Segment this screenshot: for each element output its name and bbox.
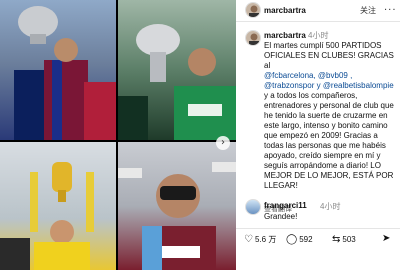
follow-button[interactable]: 关注	[360, 5, 376, 16]
heart-icon[interactable]: ♡	[244, 234, 253, 245]
caption-line-mentions[interactable]: @trabzonspor y @realbetisbalompie	[264, 81, 394, 91]
post-caption: marcbartra 4小时 El martes cumplí 500 PART…	[264, 31, 394, 191]
commenter-avatar[interactable]	[245, 199, 261, 215]
caption-line: seguís arropándome a diario! LO	[264, 161, 381, 170]
comment-action: ◯ 592	[286, 234, 313, 245]
comment-count: 592	[299, 235, 313, 244]
post-header: marcbartra 关注 ...	[236, 0, 400, 22]
author-avatar-art	[246, 3, 260, 17]
caption-line: OFICIALES EN CLUBES! GRACIAS al	[264, 51, 394, 70]
like-count: 5.6 万	[254, 235, 277, 244]
author-username[interactable]: marcbartra	[264, 6, 306, 15]
share-icon[interactable]: ⇆	[332, 234, 340, 245]
photo-4-art	[118, 162, 236, 270]
comment-text: Grandee!	[264, 212, 298, 221]
photo-2-art	[118, 24, 236, 140]
caption-line: este largo, intenso y bonito camino	[264, 121, 388, 130]
post-panel: marcbartra 关注 ... marcbartra 4小时 El mart…	[236, 0, 400, 270]
caption-time: 4小时	[308, 31, 329, 40]
caption-line: entrenadores y personal de club que	[264, 101, 394, 110]
caption-line: he tenido la suerte de cruzarme en	[264, 111, 388, 120]
next-photo-button[interactable]: ›	[216, 136, 230, 150]
send-icon[interactable]: ➤	[382, 233, 390, 244]
photo-mask-trabzonspor	[118, 142, 236, 270]
caption-line: apoyado, creído siempre en mí y	[264, 151, 381, 160]
photo-trophy-barcelona	[0, 0, 116, 140]
photo-1-art	[14, 6, 116, 140]
comment-icon[interactable]: ◯	[286, 234, 297, 245]
caption-line: MEJOR DE LO MEJOR, ESTÁ POR	[264, 171, 394, 180]
photo-trophy-dortmund	[0, 142, 116, 270]
like-action: ♡ 5.6 万	[244, 234, 276, 245]
caption-username[interactable]: marcbartra	[264, 31, 306, 40]
comment-username[interactable]: frangarci11	[264, 201, 307, 210]
action-bar: ♡ 5.6 万 ◯ 592 ⇆ 503 ➤	[236, 228, 400, 248]
share-count: 503	[342, 235, 356, 244]
photo-3-art	[0, 162, 94, 270]
caption-line: y a todos los compañeros,	[264, 91, 358, 100]
caption-line: que empezó en 2009! Gracias a	[264, 131, 378, 140]
comment-time: 4小时	[320, 202, 341, 211]
caption-line: El martes cumplí 500 PARTIDOS	[264, 41, 382, 50]
share-action: ⇆ 503	[332, 234, 356, 245]
caption-line-mentions[interactable]: @fcbarcelona, @bvb09 ,	[264, 71, 394, 81]
photo-trophy-betis	[118, 0, 236, 140]
post-media[interactable]: ›	[0, 0, 236, 270]
caption-line: todas las personas que me habéis	[264, 141, 386, 150]
author-avatar[interactable]	[245, 2, 261, 18]
caption-line: LLEGAR!	[264, 181, 298, 190]
caption-avatar-art	[246, 31, 260, 45]
caption-avatar[interactable]	[245, 30, 261, 46]
more-options-icon[interactable]: ...	[384, 2, 397, 13]
